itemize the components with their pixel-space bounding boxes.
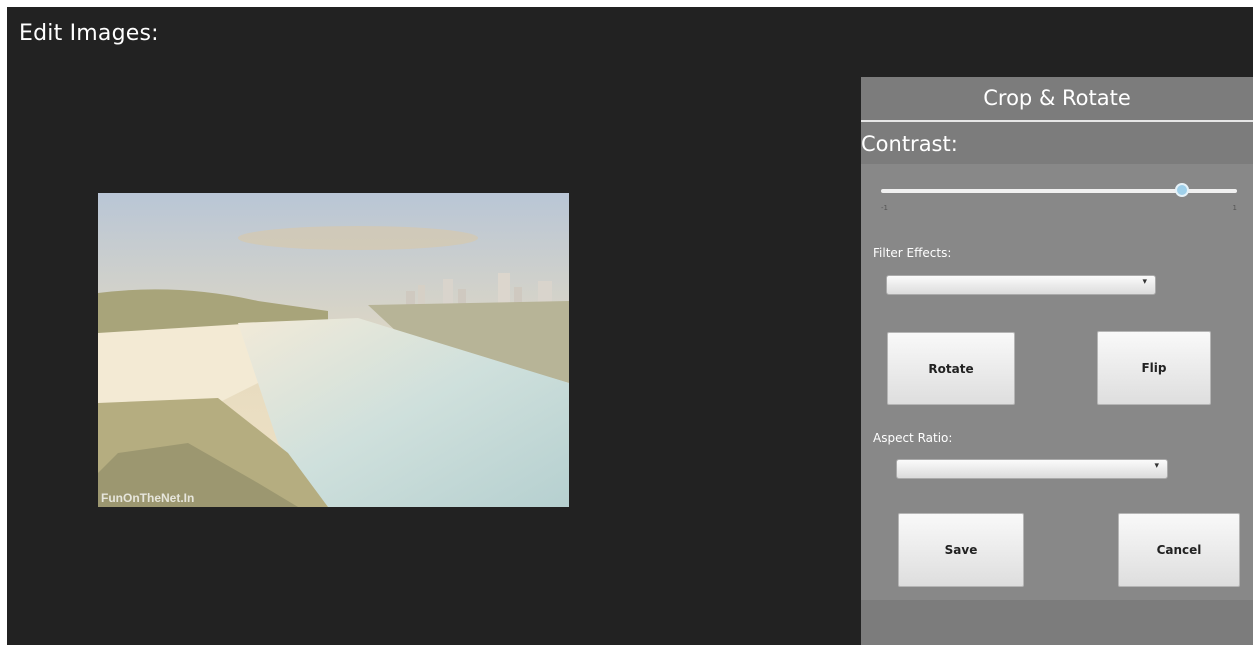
contrast-label: Contrast: (861, 132, 958, 156)
chevron-down-icon: ▾ (1142, 277, 1147, 287)
contrast-slider[interactable]: -1 1 (881, 180, 1237, 220)
chevron-down-icon: ▾ (1154, 461, 1159, 471)
aspect-ratio-label: Aspect Ratio: (873, 431, 953, 445)
cancel-button[interactable]: Cancel (1118, 513, 1240, 587)
page-title: Edit Images: (19, 21, 159, 46)
waterfall-photo (98, 193, 569, 507)
controls-area: -1 1 Filter Effects: ▾ Rotate Flip Aspec… (861, 164, 1253, 600)
filter-effects-label: Filter Effects: (873, 246, 952, 260)
waterfall-image: FunOnTheNet.In (98, 193, 569, 507)
save-button[interactable]: Save (898, 513, 1024, 587)
crop-rotate-panel: Crop & Rotate Contrast: -1 1 Filter Effe… (861, 77, 1253, 645)
panel-header: Crop & Rotate (861, 77, 1253, 122)
flip-button[interactable]: Flip (1097, 331, 1211, 405)
slider-thumb[interactable] (1175, 183, 1190, 197)
filter-effects-dropdown[interactable]: ▾ (886, 275, 1156, 295)
slider-max-label: 1 (1232, 204, 1237, 212)
rotate-button[interactable]: Rotate (887, 332, 1015, 405)
watermark-text: FunOnTheNet.In (101, 491, 195, 505)
aspect-ratio-dropdown[interactable]: ▾ (896, 459, 1168, 479)
app-window: Edit Images: FunOnTheNet.In Crop & Rotat… (7, 7, 1253, 645)
slider-min-label: -1 (881, 204, 888, 212)
